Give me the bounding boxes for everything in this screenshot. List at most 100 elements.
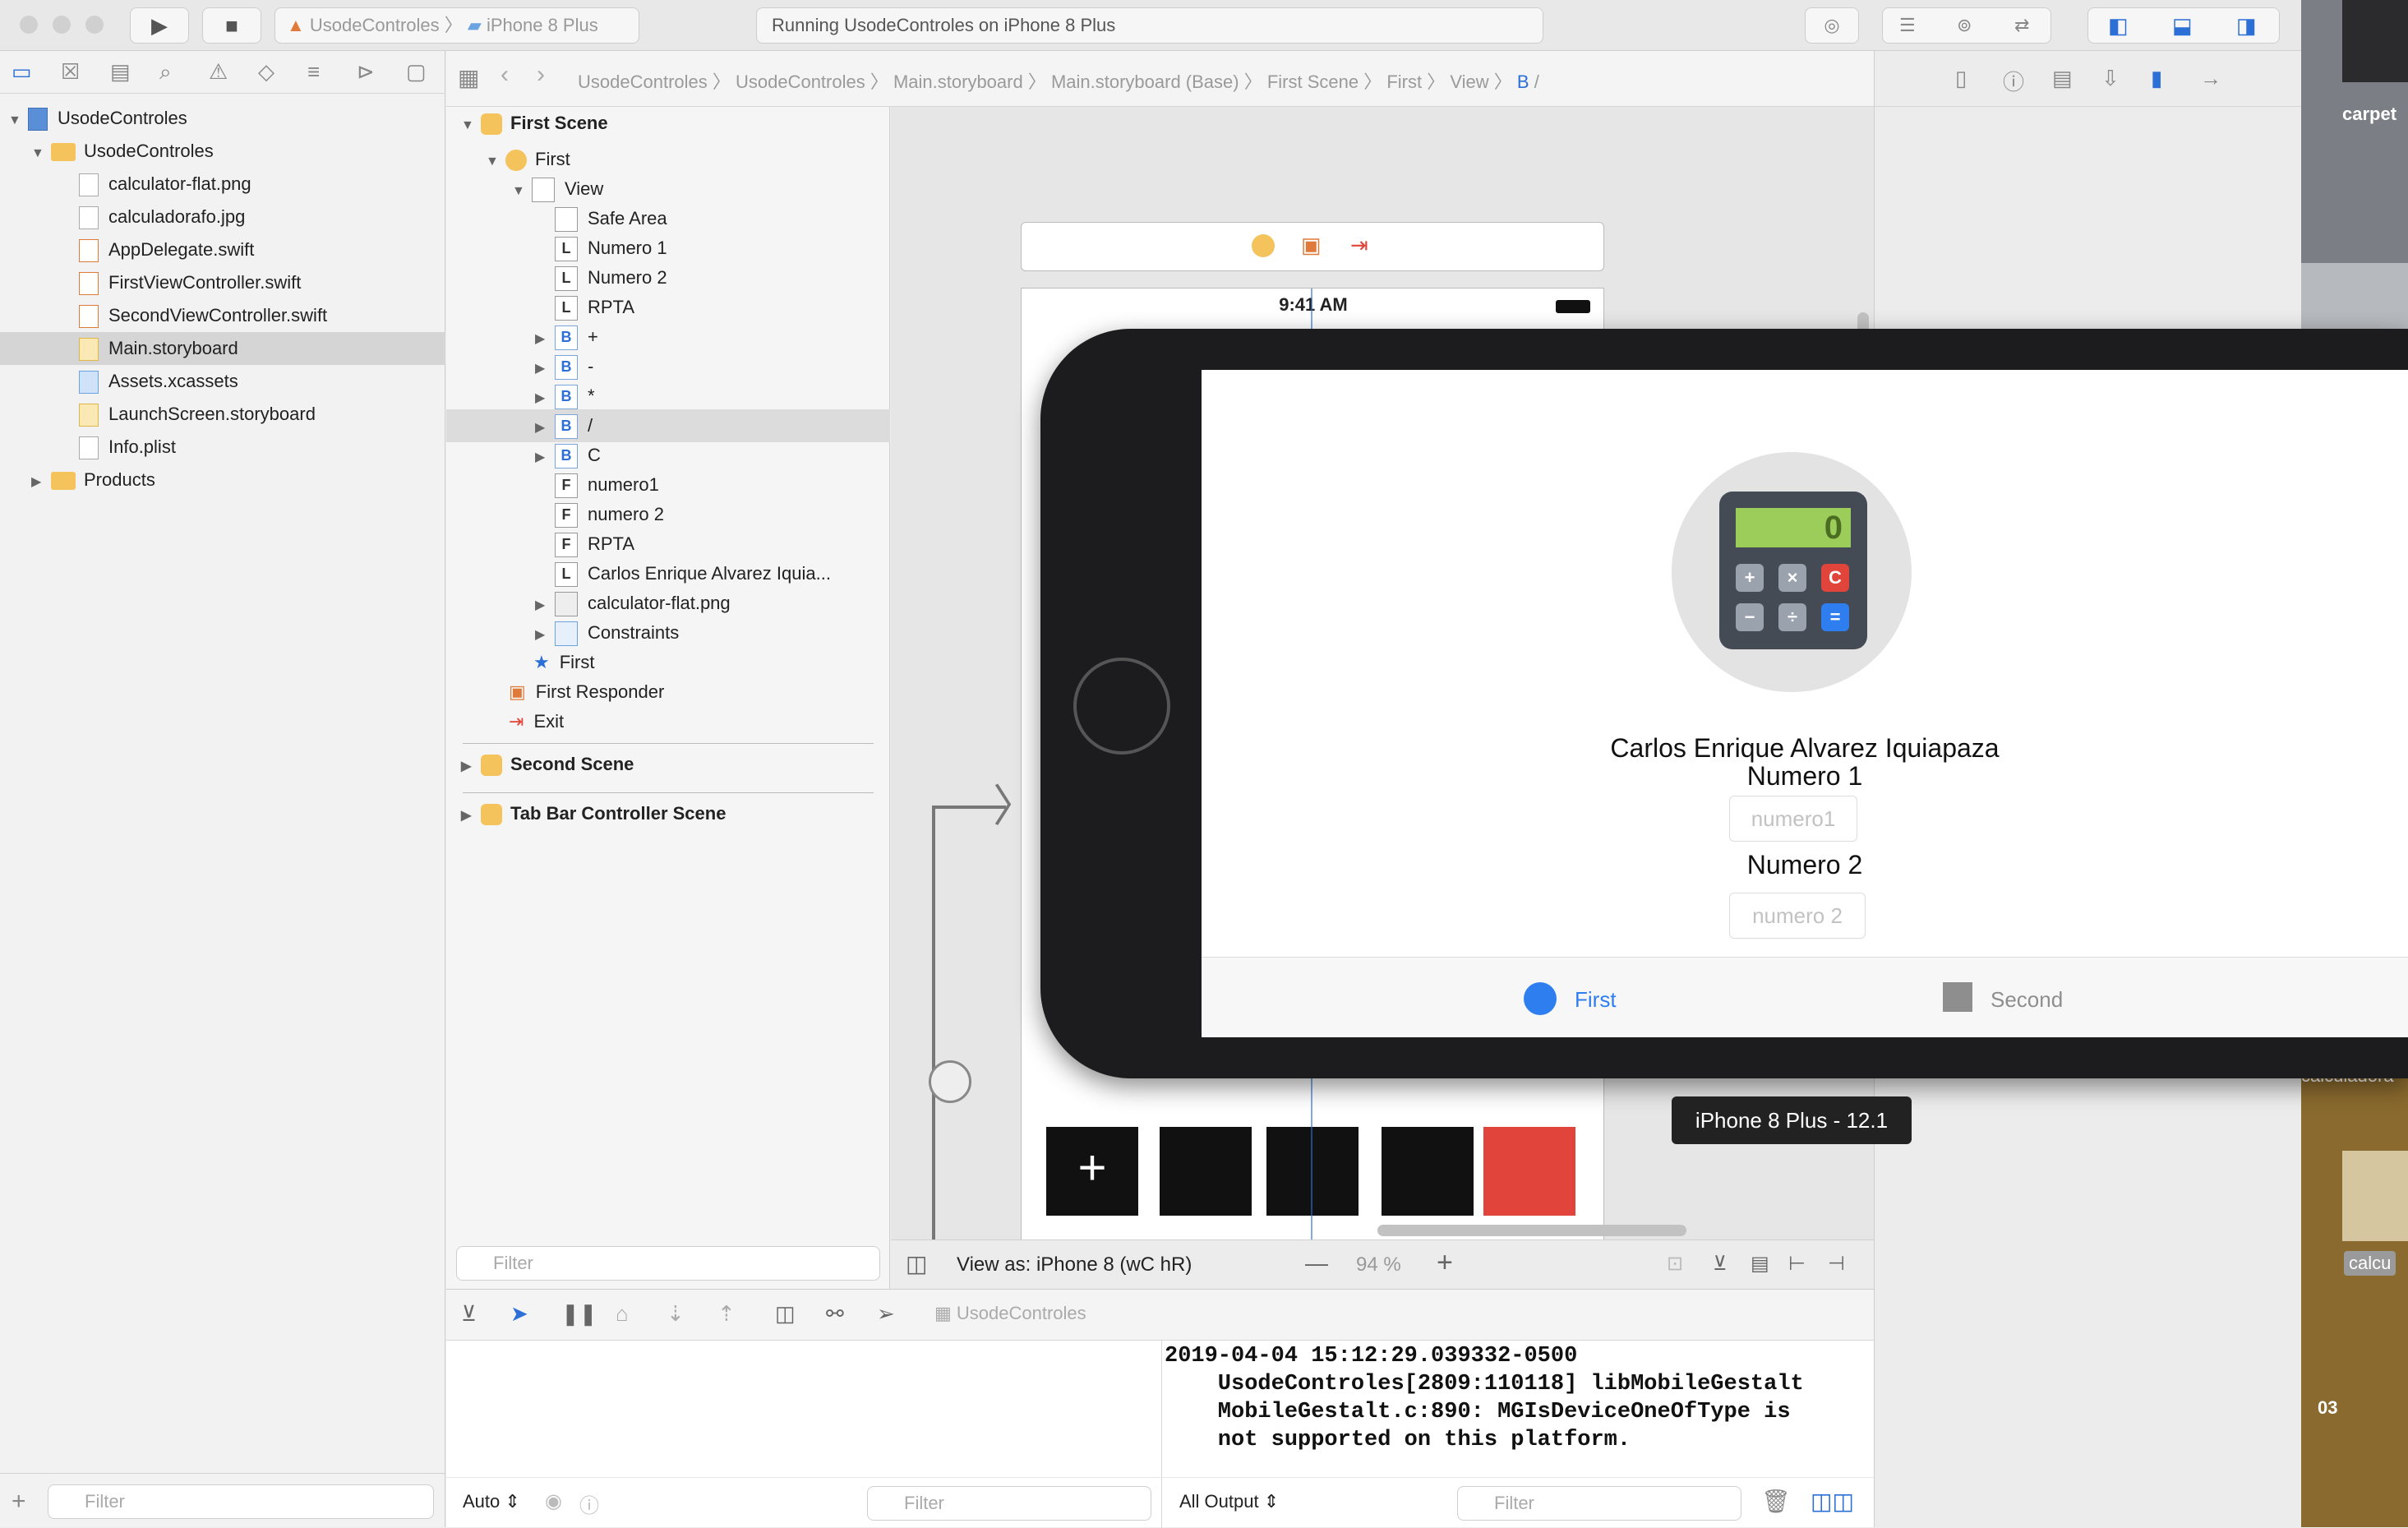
add-icon[interactable]: +	[12, 1488, 26, 1516]
pause-icon[interactable]: ❚❚	[561, 1301, 597, 1327]
breadcrumb-item[interactable]: First	[1386, 72, 1422, 92]
outline-row[interactable]: L Carlos Enrique Alvarez Iquia...	[446, 557, 890, 590]
outline-row[interactable]: Safe Area	[446, 202, 890, 235]
segue-relationship-icon[interactable]	[929, 1060, 971, 1103]
standard-editor-icon[interactable]: ☰	[1899, 8, 1916, 43]
test-navigator-icon[interactable]: ◇	[258, 59, 274, 85]
outline-row[interactable]: L Numero 1	[446, 232, 890, 265]
clear-button-preview[interactable]	[1483, 1127, 1575, 1216]
breakpoint-navigator-icon[interactable]: ⊳	[357, 59, 375, 85]
info-icon[interactable]: ⓘ	[579, 1489, 599, 1518]
tree-item-file[interactable]: Assets.xcassets	[0, 365, 445, 398]
desktop-label[interactable]: calcu	[2344, 1251, 2396, 1276]
tree-item-file[interactable]: calculadorafo.jpg	[0, 201, 445, 233]
breadcrumb-item[interactable]: /	[1534, 72, 1539, 92]
outline-toggle-icon[interactable]: ◫	[906, 1250, 927, 1277]
outline-exit[interactable]: ⇥ Exit	[509, 705, 564, 738]
divide-button-preview[interactable]	[1266, 1127, 1359, 1216]
run-button[interactable]: ▶	[130, 7, 189, 44]
outline-row[interactable]: ▶ B +	[446, 321, 890, 353]
exit-icon[interactable]: ⇥	[1350, 233, 1368, 258]
horizontal-scrollbar[interactable]	[1377, 1225, 1686, 1236]
home-button[interactable]	[1073, 658, 1170, 755]
debug-area-toggle-icon[interactable]: ⬓	[2172, 8, 2193, 43]
desktop-file-thumbnail[interactable]	[2342, 1151, 2408, 1241]
update-frames-icon[interactable]: ⊡	[1667, 1252, 1683, 1276]
breadcrumb-item[interactable]: UsodeControles	[736, 72, 865, 92]
location-icon[interactable]: ➢	[877, 1301, 895, 1327]
numero1-field[interactable]: numero1	[1729, 796, 1857, 842]
resolve-issues-icon[interactable]: ⊣	[1828, 1252, 1845, 1276]
issue-navigator-icon[interactable]: ⚠	[209, 59, 228, 85]
zoom-in-button[interactable]: +	[1437, 1247, 1453, 1279]
view-as-button[interactable]: View as: iPhone 8 (wC hR)	[957, 1253, 1192, 1276]
console-filter-input[interactable]: Filter	[1457, 1486, 1741, 1521]
debug-navigator-icon[interactable]: ≡	[307, 59, 320, 85]
source-control-icon[interactable]: ☒	[61, 59, 80, 85]
forward-arrow-icon[interactable]: ›	[537, 61, 545, 89]
variables-scope-select[interactable]: Auto ⇕	[463, 1491, 520, 1512]
desktop-label[interactable]: carpet	[2342, 104, 2396, 125]
report-navigator-icon[interactable]: ▢	[406, 59, 427, 85]
breakpoints-toggle-icon[interactable]: ➤	[510, 1301, 528, 1327]
help-inspector-icon[interactable]: ⓘ	[2003, 66, 2024, 96]
tree-item-group[interactable]: ▼ UsodeControles	[0, 135, 445, 168]
split-view-icon[interactable]: ◫◫	[1811, 1488, 1854, 1515]
embed-in-icon[interactable]: ⊻	[1713, 1252, 1728, 1276]
numero2-field[interactable]: numero 2	[1729, 893, 1866, 939]
library-button[interactable]: ◎	[1805, 7, 1859, 44]
attributes-inspector-icon[interactable]: ⇩	[2101, 66, 2120, 91]
zoom-out-button[interactable]: —	[1305, 1250, 1328, 1276]
assistant-editor-icon[interactable]: ⊚	[1957, 8, 1972, 43]
scheme-selector[interactable]: ▲ UsodeControles 〉 ▰ iPhone 8 Plus	[274, 7, 639, 44]
outline-tabbar-scene[interactable]: ▶ Tab Bar Controller Scene	[461, 797, 726, 830]
size-inspector-icon[interactable]: ▮	[2151, 66, 2162, 91]
breadcrumb-item[interactable]: B	[1517, 72, 1529, 92]
stop-button[interactable]: ■	[202, 7, 261, 44]
step-out-icon[interactable]: ⇡	[717, 1301, 736, 1327]
symbol-navigator-icon[interactable]: ▤	[110, 59, 131, 85]
navigator-toggle-icon[interactable]: ◧	[2108, 8, 2129, 43]
close-window-button[interactable]	[20, 16, 38, 34]
view-debugger-icon[interactable]: ◫	[775, 1301, 796, 1327]
console-output[interactable]: 2019-04-04 15:12:29.039332-0500 UsodeCon…	[1165, 1342, 1871, 1454]
outline-row[interactable]: L RPTA	[446, 291, 890, 324]
step-into-icon[interactable]: ⇣	[667, 1301, 685, 1327]
outline-filter-input[interactable]: Filter	[456, 1246, 880, 1281]
breadcrumb-item[interactable]: First Scene	[1267, 72, 1359, 92]
outline-first-scene[interactable]: ▼ First Scene	[461, 107, 608, 140]
multiply-button-preview[interactable]	[1382, 1127, 1474, 1216]
navigator-filter-input[interactable]: Filter	[48, 1484, 434, 1519]
outline-row[interactable]: Fnumero1	[446, 469, 890, 501]
tree-item-file[interactable]: AppDelegate.swift	[0, 233, 445, 266]
tree-item-file[interactable]: SecondViewController.swift	[0, 299, 445, 332]
outline-second-scene[interactable]: ▶ Second Scene	[461, 748, 634, 781]
view-controller-icon[interactable]	[1252, 234, 1275, 257]
tree-item-file[interactable]: Info.plist	[0, 431, 445, 464]
plus-button-preview[interactable]: +	[1046, 1127, 1138, 1216]
breadcrumb[interactable]: UsodeControles 〉 UsodeControles 〉 Main.s…	[578, 67, 1539, 94]
outline-view[interactable]: ▼ View	[512, 173, 603, 205]
file-inspector-icon[interactable]: ▯	[1955, 66, 1967, 91]
outline-first-item[interactable]: ★ First	[533, 646, 595, 679]
related-items-icon[interactable]: ▦	[458, 64, 479, 91]
memory-graph-icon[interactable]: ⚯	[826, 1301, 844, 1327]
outline-first-responder[interactable]: ▣ First Responder	[509, 676, 664, 709]
project-navigator-icon[interactable]: ▭	[12, 59, 32, 85]
outline-row[interactable]: L Numero 2	[446, 261, 890, 294]
desktop-label[interactable]: 03	[2318, 1397, 2337, 1419]
hide-debug-icon[interactable]: ⊻	[461, 1301, 477, 1327]
outline-row[interactable]: F RPTA	[446, 528, 890, 561]
back-arrow-icon[interactable]: ‹	[501, 61, 509, 89]
zoom-window-button[interactable]	[85, 16, 104, 34]
tree-item-file[interactable]: calculator-flat.png	[0, 168, 445, 201]
connections-inspector-icon[interactable]: →	[2200, 66, 2221, 91]
variables-filter-input[interactable]: Filter	[867, 1486, 1151, 1521]
editor-mode-selector[interactable]: ☰ ⊚ ⇄	[1882, 7, 2051, 44]
tree-item-file[interactable]: FirstViewController.swift	[0, 266, 445, 299]
identity-inspector-icon[interactable]: ▤	[2052, 66, 2073, 91]
tree-item-file-selected[interactable]: Main.storyboard	[0, 332, 445, 365]
step-over-icon[interactable]: ⌂	[616, 1301, 629, 1327]
tree-item-project[interactable]: ▼ UsodeControles	[0, 102, 445, 135]
breadcrumb-item[interactable]: Main.storyboard	[893, 72, 1023, 92]
